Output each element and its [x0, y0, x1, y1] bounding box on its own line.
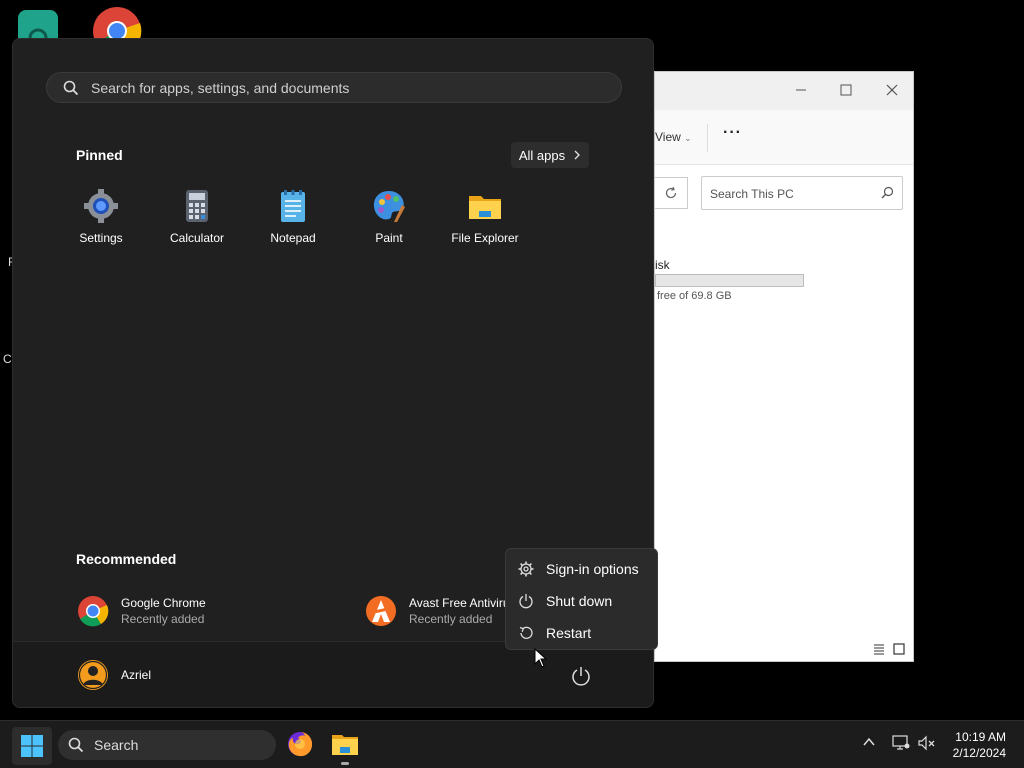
folder-icon — [469, 196, 501, 219]
shut-down-item[interactable]: Shut down — [506, 585, 657, 617]
explorer-search-placeholder: Search This PC — [710, 187, 794, 201]
restart-item[interactable]: Restart — [506, 617, 657, 649]
refresh-icon — [665, 186, 677, 199]
volume-muted-icon[interactable] — [918, 735, 936, 751]
folder-icon — [332, 735, 358, 755]
recommended-item-subtitle: Recently added — [121, 612, 205, 626]
pinned-heading: Pinned — [76, 147, 123, 163]
recommended-heading: Recommended — [76, 551, 177, 567]
all-apps-button[interactable]: All apps — [511, 142, 589, 168]
windows-logo-icon — [21, 735, 43, 757]
more-options-icon[interactable]: ··· — [723, 124, 742, 142]
search-icon — [881, 186, 894, 199]
pinned-app-label: Paint — [375, 231, 403, 245]
refresh-button[interactable] — [655, 177, 688, 209]
recommended-item-subtitle: Recently added — [409, 612, 493, 626]
pinned-app-label: Settings — [79, 231, 123, 245]
desktop-label-fragment: C — [3, 352, 12, 366]
recommended-item-name: Avast Free Antiviru — [409, 596, 510, 610]
calculator-icon — [186, 190, 208, 222]
taskbar-app-file-explorer[interactable] — [331, 730, 361, 765]
user-account-button[interactable]: Azriel — [77, 659, 151, 691]
pinned-app-label: File Explorer — [451, 231, 519, 245]
view-label: View — [655, 130, 681, 144]
running-indicator — [341, 762, 349, 765]
disk-usage-bar — [655, 274, 804, 287]
clock-time: 10:19 AM — [955, 730, 1006, 744]
explorer-toolbar: View ⌄ ··· — [655, 110, 913, 165]
power-icon — [519, 594, 533, 609]
recommended-item-avast[interactable]: Avast Free Antiviru Recently added — [365, 595, 510, 627]
mouse-cursor-icon — [534, 648, 548, 668]
avatar — [78, 660, 108, 690]
pinned-app-file-explorer[interactable]: File Explorer — [437, 189, 533, 249]
explorer-search-input[interactable]: Search This PC — [701, 176, 903, 210]
user-name: Azriel — [121, 668, 152, 682]
menu-item-label: Sign-in options — [546, 561, 639, 577]
restart-icon — [519, 626, 533, 639]
chrome-icon — [78, 596, 109, 627]
notepad-icon — [281, 190, 305, 222]
firefox-icon — [288, 732, 313, 757]
menu-item-label: Restart — [546, 625, 592, 641]
settings-gear-icon — [84, 189, 118, 223]
maximize-button[interactable] — [831, 78, 861, 102]
close-button[interactable] — [877, 78, 907, 102]
details-view-icon[interactable] — [873, 643, 885, 655]
file-explorer-window[interactable]: View ⌄ ··· Search This PC isk free of 69… — [654, 71, 914, 662]
clock-date: 2/12/2024 — [952, 746, 1006, 760]
toolbar-divider — [707, 124, 708, 152]
taskbar-app-firefox[interactable] — [286, 730, 316, 760]
avast-icon — [366, 596, 396, 626]
minimize-button[interactable] — [786, 78, 816, 102]
paint-palette-icon — [373, 191, 405, 222]
power-button[interactable] — [569, 664, 593, 688]
tiles-view-icon[interactable] — [893, 643, 905, 655]
recommended-item-name: Google Chrome — [121, 596, 206, 610]
all-apps-label: All apps — [518, 147, 566, 163]
disk-free-text: free of 69.8 GB — [657, 290, 732, 302]
pinned-app-notepad[interactable]: Notepad — [245, 189, 341, 249]
recommended-item-chrome[interactable]: Google Chrome Recently added — [77, 595, 206, 627]
menu-item-label: Shut down — [546, 593, 613, 609]
explorer-titlebar[interactable] — [655, 72, 913, 110]
taskbar-search-box[interactable]: Search — [58, 730, 276, 760]
start-search-input[interactable]: Search for apps, settings, and documents — [46, 72, 622, 103]
chevron-up-icon[interactable] — [862, 735, 876, 749]
taskbar-search-label: Search — [94, 737, 139, 753]
system-clock[interactable]: 10:19 AM 2/12/2024 — [953, 729, 1006, 761]
sign-in-options-item[interactable]: Sign-in options — [506, 553, 657, 585]
pinned-apps-grid: Settings Calculator Notepad Paint File E… — [53, 189, 533, 249]
start-button[interactable] — [12, 727, 52, 765]
search-icon — [68, 737, 84, 753]
pinned-app-label: Notepad — [270, 231, 316, 245]
gear-icon — [518, 561, 534, 577]
disk-name[interactable]: isk — [655, 258, 670, 272]
start-search-placeholder: Search for apps, settings, and documents — [91, 79, 350, 96]
start-menu-footer: Azriel — [13, 641, 653, 707]
pinned-app-settings[interactable]: Settings — [53, 189, 149, 249]
chevron-down-icon: ⌄ — [684, 133, 692, 143]
taskbar: Search 10:19 AM 2/12/2024 — [0, 720, 1024, 768]
pinned-app-label: Calculator — [169, 231, 225, 245]
chevron-right-icon — [574, 150, 581, 160]
pinned-app-paint[interactable]: Paint — [341, 189, 437, 249]
power-options-menu: Sign-in options Shut down Restart — [505, 548, 658, 650]
search-icon — [63, 80, 79, 95]
pinned-app-calculator[interactable]: Calculator — [149, 189, 245, 249]
view-menu-button[interactable]: View ⌄ — [655, 130, 692, 144]
network-icon[interactable] — [892, 735, 910, 751]
